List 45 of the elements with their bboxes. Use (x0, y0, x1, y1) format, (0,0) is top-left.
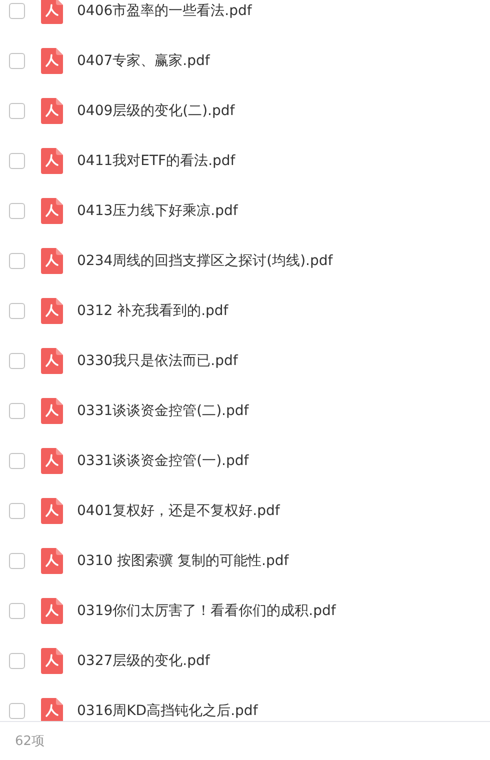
checkbox[interactable] (9, 353, 25, 369)
checkbox[interactable] (9, 153, 25, 169)
file-name[interactable]: 0401复权好，还是不复权好.pdf (77, 502, 280, 520)
checkbox[interactable] (9, 303, 25, 319)
pdf-file-icon (41, 348, 63, 374)
file-name[interactable]: 0234周线的回挡支撑区之探讨(均线).pdf (77, 252, 333, 270)
pdf-file-icon (41, 198, 63, 224)
file-name[interactable]: 0312 补充我看到的.pdf (77, 302, 228, 320)
file-name[interactable]: 0409层级的变化(二).pdf (77, 102, 235, 120)
checkbox[interactable] (9, 3, 25, 19)
pdf-file-icon (41, 148, 63, 174)
checkbox[interactable] (9, 403, 25, 419)
item-count: 62项 (15, 733, 45, 750)
checkbox[interactable] (9, 53, 25, 69)
file-name[interactable]: 0319你们太厉害了！看看你们的成积.pdf (77, 602, 336, 620)
file-name[interactable]: 0406市盈率的一些看法.pdf (77, 2, 252, 20)
pdf-file-icon (41, 298, 63, 324)
checkbox[interactable] (9, 553, 25, 569)
pdf-file-icon (41, 48, 63, 74)
checkbox[interactable] (9, 653, 25, 669)
file-name[interactable]: 0331谈谈资金控管(一).pdf (77, 452, 249, 470)
pdf-file-icon (41, 648, 63, 674)
file-name[interactable]: 0316周KD高挡钝化之后.pdf (77, 702, 258, 720)
pdf-file-icon (41, 248, 63, 274)
checkbox[interactable] (9, 453, 25, 469)
file-name[interactable]: 0327层级的变化.pdf (77, 652, 210, 670)
pdf-file-icon (41, 398, 63, 424)
file-name[interactable]: 0331谈谈资金控管(二).pdf (77, 402, 249, 420)
pdf-file-icon (41, 598, 63, 624)
pdf-file-icon (41, 98, 63, 124)
file-name[interactable]: 0330我只是依法而已.pdf (77, 352, 238, 370)
checkbox[interactable] (9, 103, 25, 119)
file-name[interactable]: 0407专家、赢家.pdf (77, 52, 210, 70)
pdf-file-icon (41, 698, 63, 721)
file-name[interactable]: 0310 按图索骥 复制的可能性.pdf (77, 552, 289, 570)
checkbox[interactable] (9, 703, 25, 719)
file-name[interactable]: 0413压力线下好乘凉.pdf (77, 202, 238, 220)
checkbox[interactable] (9, 203, 25, 219)
file-name[interactable]: 0411我对ETF的看法.pdf (77, 152, 236, 170)
checkbox[interactable] (9, 503, 25, 519)
pdf-file-icon (41, 448, 63, 474)
checkbox[interactable] (9, 603, 25, 619)
pdf-file-icon (41, 548, 63, 574)
pdf-file-icon (41, 498, 63, 524)
checkbox[interactable] (9, 253, 25, 269)
